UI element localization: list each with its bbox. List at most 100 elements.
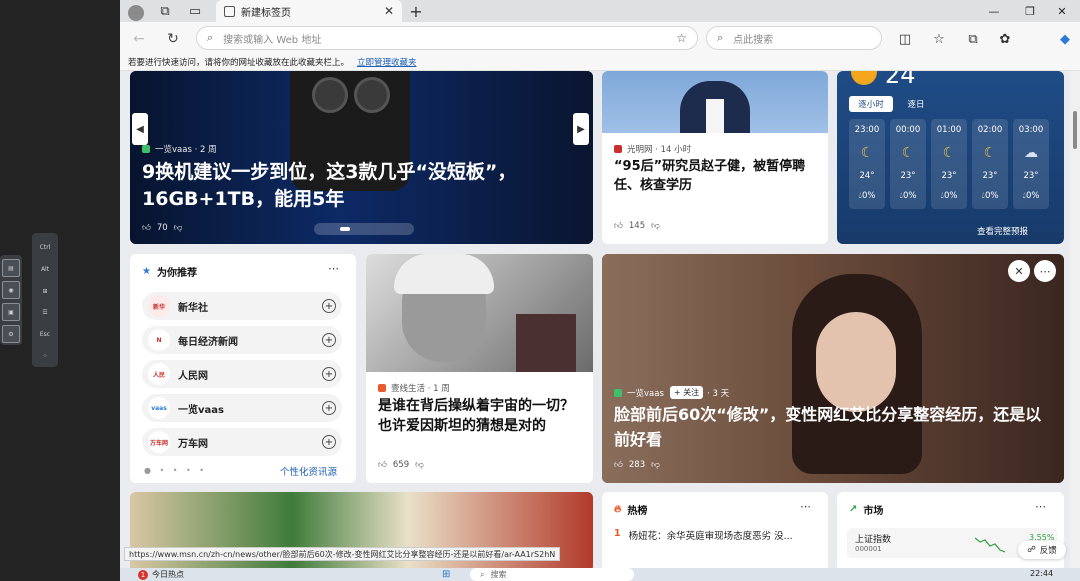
grid-icon[interactable]: ⁘: [36, 347, 54, 365]
einstein-headline[interactable]: 是谁在背后操纵着宇宙的一切？也许爱因斯坦的猜想是对的: [378, 396, 584, 436]
news-widget[interactable]: 1 今日热点: [138, 569, 184, 580]
publisher-row[interactable]: vaas 一览vaas +: [142, 394, 342, 422]
more-options-icon[interactable]: ⋯: [328, 262, 339, 275]
news-image: [366, 254, 593, 372]
weather-card[interactable]: 24 逐小时 逐日 23:00 ☾ 24° 💧︎0% 00:00 ☾ 23° 💧…: [837, 71, 1064, 244]
publisher-name: 每日经济新闻: [178, 336, 238, 348]
minimize-button[interactable]: —: [976, 0, 1012, 22]
publisher-logo: vaas: [148, 397, 170, 419]
follow-plus-icon[interactable]: +: [322, 299, 336, 313]
address-bar[interactable]: ⌕ 搜索或输入 Web 地址 ☆: [196, 26, 698, 50]
publisher-row[interactable]: 万车网 万车网 +: [142, 428, 342, 456]
search-box[interactable]: ⌕ 点此搜索: [706, 26, 882, 50]
refresh-button[interactable]: ↻: [162, 28, 184, 50]
follow-button[interactable]: + 关注: [669, 386, 704, 399]
thumbs-up-icon[interactable]: 👍︎: [378, 460, 387, 470]
forecast-hour-3: 01:00 ☾ 23° 💧︎0%: [931, 119, 967, 209]
forecast-temp: 23°: [982, 171, 998, 181]
ctrl-key-button[interactable]: Ctrl: [36, 239, 54, 257]
favorites-icon[interactable]: ☆: [928, 28, 950, 50]
follow-plus-icon[interactable]: +: [322, 435, 336, 449]
feature-card[interactable]: ✕ ⋯ 一览vaas + 关注 · 3 天 脸部前后60次“修改”，变性网红艾比…: [602, 254, 1064, 483]
feature-headline[interactable]: 脸部前后60次“修改”，变性网红艾比分享整容经历，还是以前好看: [614, 402, 1054, 452]
forecast-time: 00:00: [895, 125, 921, 135]
thumbs-up-icon[interactable]: 👍︎: [614, 221, 623, 231]
vertical-tabs-icon[interactable]: ▭: [180, 0, 210, 22]
back-button[interactable]: ←: [128, 28, 150, 50]
follow-plus-icon[interactable]: +: [322, 367, 336, 381]
publisher-row[interactable]: 人民 人民网 +: [142, 360, 342, 388]
thumbs-down-icon[interactable]: 👎︎: [651, 221, 660, 231]
window-close-button[interactable]: ✕: [1044, 0, 1080, 22]
taskbar-search-label: 搜索: [490, 570, 507, 579]
personalize-feed-link[interactable]: 个性化资讯源: [280, 464, 337, 478]
tab-page-icon: [224, 5, 235, 17]
hero-card[interactable]: ◀ ▶ 一览vaas · 2 周 9换机建议一步到位，这3款几乎“没短板”，16…: [130, 71, 593, 244]
hot-list-item[interactable]: 1 杨妞花：余华英庭审现场态度恶劣 没...: [614, 528, 818, 542]
full-forecast-link[interactable]: 查看完整预报: [977, 225, 1028, 237]
windows-key-icon[interactable]: ⊞: [36, 282, 54, 300]
thumbs-down-icon[interactable]: 👎︎: [415, 460, 424, 470]
new-tab-button[interactable]: +: [405, 0, 427, 22]
more-options-icon[interactable]: ⋯: [800, 500, 811, 513]
publisher-logo: 新华: [148, 295, 170, 317]
search-placeholder: 点此搜索: [733, 34, 774, 46]
start-icon[interactable]: ⊞: [442, 569, 450, 580]
carousel-prev-button[interactable]: ◀: [132, 113, 148, 145]
feature-age: · 3 天: [707, 388, 730, 399]
thumbs-down-icon[interactable]: 👎︎: [174, 223, 183, 233]
manage-favorites-link[interactable]: 立即管理收藏夹: [357, 56, 417, 68]
for-you-card: ★ 为你推荐 ⋯ 新华 新华社 + N 每日经济新闻 + 人民 人民网 + va…: [130, 254, 356, 483]
tab-hourly[interactable]: 逐小时: [849, 96, 893, 112]
follow-plus-icon[interactable]: +: [322, 401, 336, 415]
camera-icon[interactable]: ◉: [2, 281, 20, 299]
esc-key-button[interactable]: Esc: [36, 326, 54, 344]
pagination-dots: ● • • • •: [144, 466, 208, 475]
cloudy-moon-icon: ☁: [1024, 145, 1038, 161]
more-options-icon[interactable]: ⋯: [1035, 500, 1046, 513]
favorite-star-icon[interactable]: ☆: [676, 31, 687, 45]
close-icon[interactable]: ✕: [1008, 260, 1030, 282]
feature-likes: 283: [628, 460, 646, 470]
favorites-bar: 若要进行快速访问，请将你的网址收藏放在此收藏夹栏上。 立即管理收藏夹: [120, 54, 1080, 71]
news1-headline[interactable]: “95后”研究员赵子健，被暂停聘任、核查学历: [614, 157, 820, 195]
publisher-icon: [614, 388, 622, 397]
publisher-row[interactable]: 新华 新华社 +: [142, 292, 342, 320]
image-icon[interactable]: ▣: [2, 303, 20, 321]
forecast-temp: 23°: [941, 171, 957, 181]
extensions-icon[interactable]: ✿: [994, 28, 1016, 50]
follow-plus-icon[interactable]: +: [322, 333, 336, 347]
news-widget-label: 今日热点: [152, 570, 184, 579]
scrollbar-thumb[interactable]: [1073, 111, 1077, 149]
save-icon[interactable]: ▤: [2, 259, 20, 277]
thumbs-down-icon[interactable]: 👎︎: [651, 460, 660, 470]
thumbs-up-icon[interactable]: 👍︎: [142, 223, 151, 233]
alt-key-button[interactable]: Alt: [36, 261, 54, 279]
favorites-bar-hint: 若要进行快速访问，请将你的网址收藏放在此收藏夹栏上。: [128, 58, 350, 68]
tab-new-tab[interactable]: 新建标签页 ✕: [216, 0, 402, 22]
split-screen-icon[interactable]: ◫: [894, 28, 916, 50]
tab-daily[interactable]: 逐日: [899, 96, 933, 112]
profile-button[interactable]: [120, 0, 150, 22]
weather-temp: 24: [885, 71, 916, 89]
page-scrollbar[interactable]: [1070, 71, 1080, 568]
more-options-icon[interactable]: ⋯: [1034, 260, 1056, 282]
browser-toolbar: ← ↻ ⌕ 搜索或输入 Web 地址 ☆ ⌕ 点此搜索 ◫ ☆ ⧉ ✿ ◆: [120, 22, 1080, 54]
publisher-row[interactable]: N 每日经济新闻 +: [142, 326, 342, 354]
gear-icon[interactable]: ⚙: [2, 325, 20, 343]
close-icon[interactable]: ✕: [384, 4, 394, 18]
restore-button[interactable]: ❐: [1012, 0, 1048, 22]
news-card-2[interactable]: 壹线生活 · 1 周 是谁在背后操纵着宇宙的一切？也许爱因斯坦的猜想是对的 👍︎…: [366, 254, 593, 483]
browser-window: ⧉ ▭ 新建标签页 ✕ + — ❐ ✕ ← ↻ ⌕ 搜索或输入 Web 地址 ☆…: [120, 0, 1080, 568]
taskbar-search[interactable]: ⌕ 搜索: [470, 568, 634, 581]
hero-headline[interactable]: 9换机建议一步到位，这3款几乎“没短板”，16GB+1TB，能用5年: [142, 159, 562, 213]
copilot-icon[interactable]: ◆: [1054, 28, 1076, 50]
carousel-next-button[interactable]: ▶: [573, 113, 589, 145]
sliders-icon[interactable]: ☰: [36, 304, 54, 322]
collections-tab-icon[interactable]: ⧉: [150, 0, 180, 22]
feedback-button[interactable]: ☍ 反馈: [1018, 541, 1066, 559]
forecast-precip: 💧︎0%: [858, 191, 876, 201]
collections-icon[interactable]: ⧉: [962, 28, 984, 50]
news-card-1[interactable]: 光明网 · 14 小时 “95后”研究员赵子健，被暂停聘任、核查学历 👍︎ 14…: [602, 71, 828, 244]
thumbs-up-icon[interactable]: 👍︎: [614, 460, 623, 470]
